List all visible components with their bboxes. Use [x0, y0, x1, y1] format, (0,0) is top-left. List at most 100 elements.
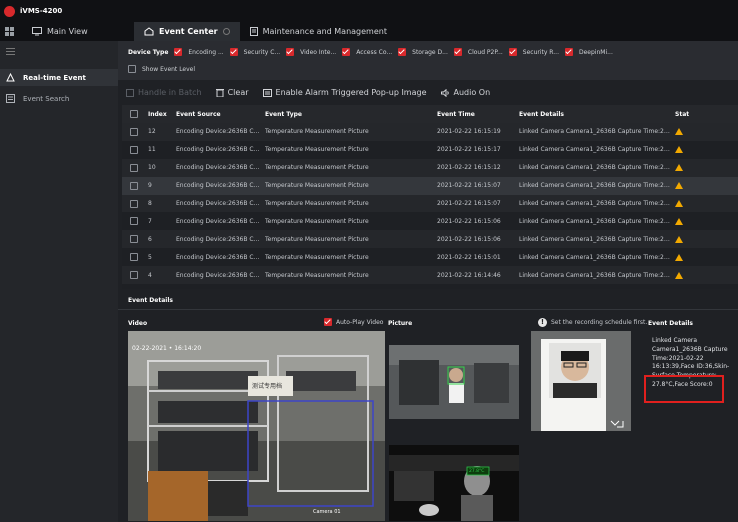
table-row[interactable]: 9 Encoding Device:2636B Came... Temperatur…: [122, 176, 738, 195]
cell-time: 2021-02-22 16:15:12: [437, 164, 501, 172]
event-detail-line: Linked Camera: [652, 337, 698, 344]
header-time[interactable]: Event Time: [437, 111, 515, 118]
filter-checkbox[interactable]: [565, 48, 573, 56]
cell-source: Encoding Device:2636B Came...: [176, 200, 261, 207]
header-status[interactable]: Stat: [675, 111, 695, 118]
filter-label: Access Co...: [356, 48, 393, 56]
autoplay-toggle[interactable]: Auto-Play Video: [324, 318, 383, 326]
select-all-checkbox[interactable]: [130, 110, 138, 118]
tab-maintenance[interactable]: Maintenance and Management: [240, 22, 397, 41]
header-source[interactable]: Event Source: [176, 111, 261, 118]
warning-icon: [675, 182, 683, 190]
thermal-scene: [389, 445, 519, 521]
cell-time: 2021-02-22 16:15:17: [437, 146, 501, 154]
grid-menu-icon[interactable]: [0, 22, 22, 41]
event-center-icon: [144, 27, 154, 36]
table-row[interactable]: 11 Encoding Device:2636B Came... Temperatu…: [122, 140, 738, 159]
row-checkbox[interactable]: [130, 253, 138, 262]
title-bar: iVMS-4200: [0, 0, 738, 22]
autoplay-label: Auto-Play Video: [336, 318, 384, 326]
warning-icon: [675, 253, 683, 261]
cell-type: Temperature Measurement Picture: [265, 182, 369, 190]
filter-checkbox[interactable]: [286, 48, 295, 56]
cell-time: 2021-02-22 16:15:19: [437, 128, 501, 136]
show-event-level-checkbox[interactable]: [128, 65, 136, 73]
table-row[interactable]: 3Encoding Device:2636B Came...Temperatur…: [122, 284, 738, 289]
clear-button[interactable]: Clear: [215, 88, 249, 97]
table-row[interactable]: 8 Encoding Device:2636B Came... Temperatur…: [122, 194, 738, 213]
row-checkbox[interactable]: [130, 163, 138, 172]
event-detail-line: 16:13:39,Face ID:36,Skin-: [652, 363, 730, 371]
sidebar-item-event-search[interactable]: Event Search: [0, 90, 118, 107]
tab-main-view[interactable]: Main View: [22, 22, 134, 41]
filter-checkbox[interactable]: [453, 48, 462, 56]
table-body: 12 Encoding Device:2636B Came... Temperatu…: [122, 123, 738, 289]
warning-icon: [675, 271, 683, 279]
header-index[interactable]: Index: [148, 111, 172, 118]
cell-time: 2021-02-22 16:15:07: [437, 200, 501, 207]
schedule-hint-text: Set the recording schedule first.: [551, 319, 648, 326]
header-type[interactable]: Event Type: [265, 111, 433, 118]
document-icon: [249, 27, 258, 36]
table-row[interactable]: 5 Encoding Device:2636B Came... Temperatur…: [122, 248, 738, 267]
row-checkbox[interactable]: [130, 271, 138, 280]
filter-checkbox[interactable]: [229, 48, 238, 56]
warning-icon: [675, 128, 683, 136]
cell-type: Temperature Measurement Picture: [265, 271, 369, 279]
device-type-label: Device Type: [128, 48, 169, 56]
tab-event-center-label: Event Center: [159, 27, 218, 36]
collapse-menu-icon[interactable]: [0, 41, 118, 61]
table-row[interactable]: 7 Encoding Device:2636B Came... Temperatur…: [122, 212, 738, 231]
video-player[interactable]: 02-22-2021 • 16:14:20 测试专用档 Camera 01: [128, 331, 385, 521]
row-checkbox[interactable]: [130, 217, 138, 226]
audio-on-button[interactable]: Audio On: [440, 88, 490, 97]
cell-index: 11: [148, 146, 156, 154]
filter-label: Encoding ...: [188, 48, 224, 56]
filter-checkbox[interactable]: [508, 48, 517, 56]
event-toolbar: Handle in Batch Clear Enable Alarm Trigg…: [118, 82, 738, 103]
cell-time: 2021-02-22 16:15:06: [437, 217, 501, 225]
filter-label: Security C...: [243, 48, 281, 56]
cell-details: Linked Camera Camera1_2636B Capture Time…: [519, 164, 671, 172]
video-timestamp: 02-22-2021 • 16:14:20: [132, 345, 202, 352]
autoplay-checkbox[interactable]: [324, 318, 332, 326]
row-checkbox[interactable]: [130, 181, 138, 190]
filter-checkbox[interactable]: [174, 48, 183, 56]
video-label: Video: [128, 320, 148, 327]
filter-checkbox[interactable]: [398, 48, 407, 56]
filter-checkbox[interactable]: [342, 48, 351, 56]
batch-icon: [126, 88, 134, 97]
thermal-temperature-readout: 27.8°C: [469, 469, 485, 474]
capture-scene: [389, 345, 519, 419]
thermal-picture[interactable]: 27.8°C: [389, 445, 519, 521]
capture-picture[interactable]: [389, 345, 519, 419]
sidebar-item-real-time-event[interactable]: Real-time Event: [0, 69, 118, 86]
row-checkbox[interactable]: [130, 145, 138, 154]
face-close-up-picture[interactable]: [531, 331, 631, 431]
cell-index: 12: [148, 128, 156, 136]
cell-details: Linked Camera Camera1_2636B Capture Time…: [519, 182, 671, 190]
row-checkbox[interactable]: [130, 235, 138, 244]
row-checkbox[interactable]: [130, 127, 138, 136]
tab-close-icon[interactable]: [222, 28, 230, 35]
table-row[interactable]: 6 Encoding Device:2636B Came... Temperatur…: [122, 230, 738, 249]
main-panel: Device Type Encoding ... Security C... V…: [118, 41, 738, 522]
table-row[interactable]: 4 Encoding Device:2636B Came... Temperatur…: [122, 266, 738, 285]
row-checkbox[interactable]: [130, 199, 138, 208]
header-details[interactable]: Event Details: [519, 111, 671, 118]
cell-type: Temperature Measurement Picture: [265, 235, 369, 243]
cell-source: Encoding Device:2636B Came...: [176, 235, 261, 243]
cell-index: 8: [148, 200, 152, 207]
schedule-hint: ! Set the recording schedule first.: [538, 318, 647, 327]
table-row[interactable]: 10 Encoding Device:2636B Came... Temperatu…: [122, 158, 738, 177]
enable-popup-button[interactable]: Enable Alarm Triggered Pop-up Image: [262, 88, 427, 97]
table-header: Index Event Source Event Type Event Time…: [122, 105, 738, 123]
divider: [118, 309, 738, 310]
cell-details: Linked Camera Camera1_2636B Capture Time…: [519, 235, 671, 243]
tab-event-center[interactable]: Event Center: [134, 22, 240, 41]
handle-in-batch-button[interactable]: Handle in Batch: [126, 88, 202, 97]
sidebar-item-label: Real-time Event: [23, 73, 86, 82]
table-row[interactable]: 12 Encoding Device:2636B Came... Temperatu…: [122, 123, 738, 141]
filter-label: Security R...: [522, 48, 559, 56]
warning-icon: [675, 217, 683, 225]
